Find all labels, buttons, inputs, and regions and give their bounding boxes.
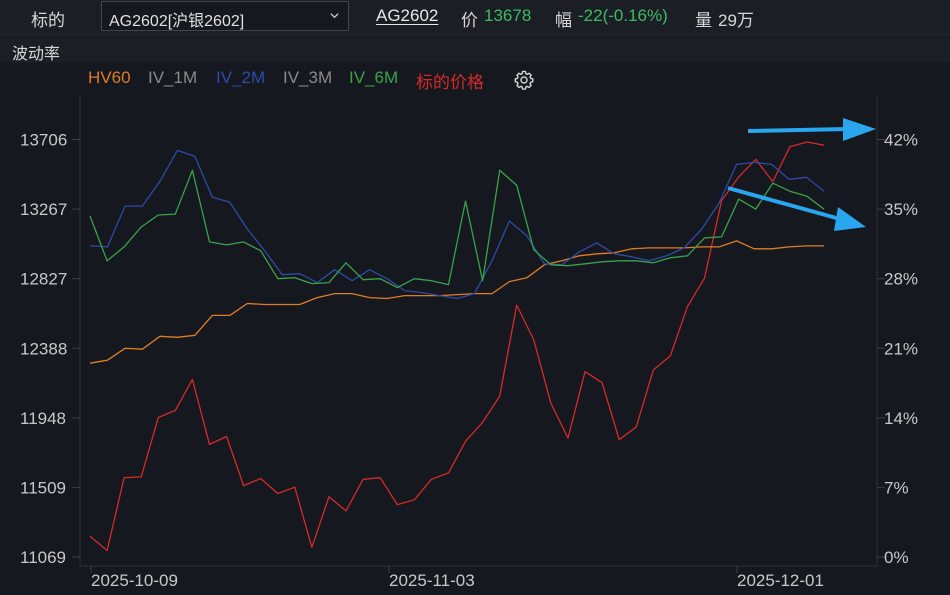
y-right-tick-label: 35% (884, 200, 918, 219)
y-left-tick-label: 11069 (20, 548, 66, 567)
y-right-tick-label: 42% (884, 131, 918, 150)
legend-item-price[interactable]: 标的价格 (416, 68, 484, 93)
legend-item-iv2m[interactable]: IV_2M (216, 68, 265, 88)
y-right-tick-label: 21% (884, 339, 918, 358)
y-left-tick-label: 13267 (20, 200, 67, 219)
y-right-tick-label: 0% (884, 548, 909, 567)
y-left-tick-label: 12827 (20, 270, 67, 289)
series-line-iv-6m (89, 169, 825, 289)
legend-item-iv6m[interactable]: IV_6M (349, 68, 398, 88)
legend-item-iv1m[interactable]: IV_1M (148, 68, 197, 88)
y-right-tick-label: 28% (884, 270, 918, 289)
y-left-tick-label: 12388 (20, 339, 67, 358)
y-right-tick-label: 14% (884, 409, 918, 428)
y-left-tick-label: 11509 (20, 478, 66, 497)
series-line-iv-2m (89, 149, 825, 300)
y-left-tick-label: 13706 (20, 131, 67, 150)
arrow-annotation-bottom (727, 186, 866, 231)
y-right-tick-label: 7% (884, 478, 909, 497)
legend-item-iv3m[interactable]: IV_3M (283, 68, 332, 88)
series-line-hv60 (89, 240, 824, 364)
x-tick-label: 2025-11-03 (389, 571, 475, 590)
legend-item-hv60[interactable]: HV60 (88, 68, 131, 88)
y-left-tick-label: 11948 (20, 409, 66, 428)
x-tick-label: 2025-12-01 (737, 571, 824, 590)
gear-icon[interactable] (513, 69, 535, 91)
x-tick-label: 2025-10-09 (91, 571, 178, 590)
arrow-annotation-top (747, 118, 876, 141)
